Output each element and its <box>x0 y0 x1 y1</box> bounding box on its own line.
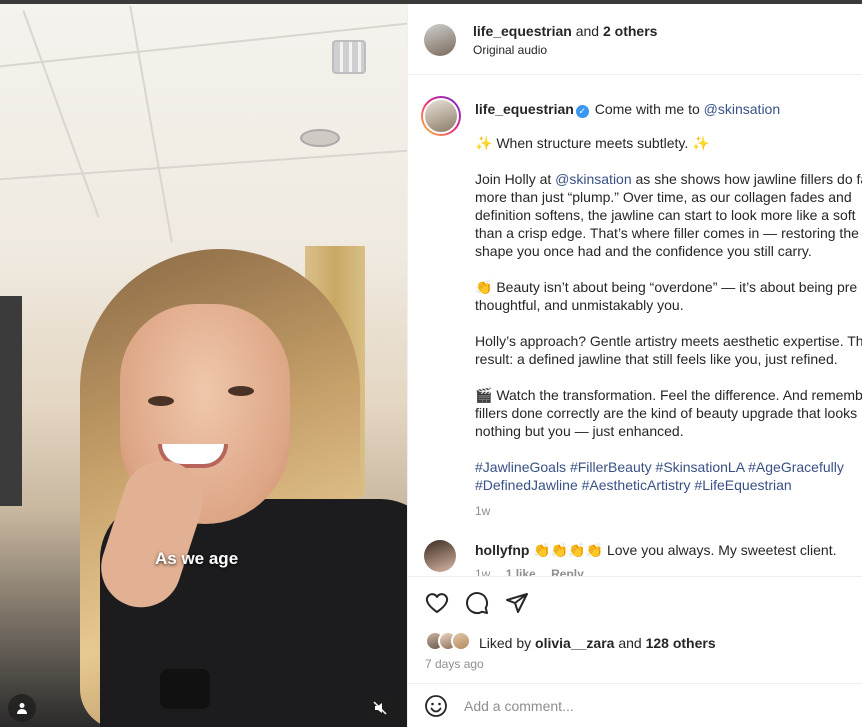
caption-first-line: life_equestrian ✓ Come with me to @skinsa… <box>475 100 862 118</box>
caption-link[interactable]: #DefinedJawline #AestheticArtistry #Life… <box>475 477 792 493</box>
post-date: 7 days ago <box>425 657 484 671</box>
caption-line: Join Holly at @skinsation as she shows h… <box>475 170 862 188</box>
caption-segment: 👏 Beauty isn’t about being “overdone” — … <box>475 279 858 295</box>
ceiling-line <box>129 5 173 243</box>
comment-meta: 1w 1 like Reply <box>475 567 596 576</box>
liked-by-text: Liked by olivia__zara and 128 others <box>479 635 716 651</box>
liked-by-user[interactable]: olivia__zara <box>535 635 614 651</box>
muted-speaker-icon[interactable] <box>366 694 394 722</box>
ceiling-line <box>0 149 407 181</box>
caption-line: 🎬 Watch the transformation. Feel the dif… <box>475 386 862 404</box>
caption-line: thoughtful, and unmistakably you. <box>475 296 862 314</box>
comment: hollyfnp 👏👏👏👏 Love you always. My sweete… <box>475 542 837 559</box>
caption-segment: fillers done correctly are the kind of b… <box>475 405 858 421</box>
caption-line: nothing but you — just enhanced. <box>475 422 862 440</box>
header-others[interactable]: 2 others <box>603 23 657 39</box>
caption-line: result: a defined jawline that still fee… <box>475 350 862 368</box>
caption-link[interactable]: #JawlineGoals #FillerBeauty #SkinsationL… <box>475 459 844 475</box>
header-and: and <box>575 23 600 39</box>
audio-label[interactable]: Original audio <box>473 43 547 57</box>
caption-line: 👏 Beauty isn’t about being “overdone” — … <box>475 278 862 296</box>
comment-body: 👏👏👏👏 Love you always. My sweetest client… <box>533 542 837 558</box>
header-avatar[interactable] <box>424 24 456 56</box>
caption-body: ✨ When structure meets subtlety. ✨ Join H… <box>475 134 862 494</box>
liked-by-and: and <box>618 635 642 651</box>
caption-segment: shape you once had and the confidence yo… <box>475 243 812 259</box>
caption-segment: Holly’s approach? Gentle artistry meets … <box>475 333 862 349</box>
liker-avatar <box>451 631 471 651</box>
comment-time: 1w <box>475 567 491 576</box>
video-caption: As we age <box>155 549 239 568</box>
eye <box>148 396 174 406</box>
comment-avatar[interactable] <box>424 540 456 572</box>
caption-segment: thoughtful, and unmistakably you. <box>475 297 684 313</box>
comment-input[interactable] <box>464 693 844 719</box>
caption-line: Holly’s approach? Gentle artistry meets … <box>475 332 862 350</box>
heart-icon[interactable] <box>425 591 451 617</box>
comments-scroll-area[interactable]: life_equestrian ✓ Come with me to @skinsa… <box>408 76 862 576</box>
caption-line: shape you once had and the confidence yo… <box>475 242 862 260</box>
ceiling-light <box>332 40 366 74</box>
eye <box>228 386 254 396</box>
caption-line: than a crisp edge. That’s where filler c… <box>475 224 862 242</box>
caption-line: ✨ When structure meets subtlety. ✨ <box>475 134 862 152</box>
caption-avatar[interactable] <box>421 96 461 136</box>
comment-bubble-icon[interactable] <box>465 591 491 617</box>
caption-mention[interactable]: @skinsation <box>704 101 780 117</box>
caption-line: definition softens, the jawline can star… <box>475 206 862 224</box>
caption-segment: than a crisp edge. That’s where filler c… <box>475 225 859 241</box>
caption-line: #DefinedJawline #AestheticArtistry #Life… <box>475 476 862 494</box>
doorframe <box>0 296 22 506</box>
caption-link[interactable]: @skinsation <box>555 171 631 187</box>
caption-segment: ✨ When structure meets subtlety. ✨ <box>475 135 710 151</box>
caption-segment: result: a defined jawline that still fee… <box>475 351 838 367</box>
paper-plane-icon[interactable] <box>505 591 531 617</box>
caption-time: 1w <box>475 504 491 518</box>
caption-segment: 🎬 Watch the transformation. Feel the dif… <box>475 387 862 403</box>
avatar-image <box>423 98 459 134</box>
caption-text: life_equestrian ✓ Come with me to @skinsa… <box>475 100 862 520</box>
reel-video[interactable]: As we age <box>0 4 407 727</box>
comment-likes[interactable]: 1 like <box>506 567 536 576</box>
caption-segment: more than just “plump.” Over time, as ou… <box>475 189 852 205</box>
person <box>40 249 407 727</box>
smiley-icon[interactable] <box>424 694 448 718</box>
post-panel: life_equestrian and 2 others Original au… <box>407 4 862 727</box>
caption-segment: nothing but you — just enhanced. <box>475 423 684 439</box>
header-username[interactable]: life_equestrian <box>473 23 572 39</box>
liked-by-prefix: Liked by <box>479 635 532 651</box>
caption-segment: as she shows how jawline fillers do far <box>631 171 862 187</box>
comment-username[interactable]: hollyfnp <box>475 542 529 558</box>
header-title: life_equestrian and 2 others <box>473 23 657 39</box>
caption-username[interactable]: life_equestrian <box>475 101 574 117</box>
reply-button[interactable]: Reply <box>551 567 584 576</box>
ceiling-downlight <box>300 129 340 147</box>
add-comment-bar <box>408 683 862 727</box>
liked-by-others[interactable]: 128 others <box>646 635 716 651</box>
caption-intro: Come with me to <box>594 101 700 117</box>
caption-segment: Join Holly at <box>475 171 556 187</box>
caption-line: more than just “plump.” Over time, as ou… <box>475 188 862 206</box>
caption-line: fillers done correctly are the kind of b… <box>475 404 862 422</box>
caption-segment: definition softens, the jawline can star… <box>475 207 856 223</box>
watch <box>160 669 210 709</box>
post-header: life_equestrian and 2 others Original au… <box>408 4 862 75</box>
user-icon[interactable] <box>8 694 36 722</box>
caption-line: #JawlineGoals #FillerBeauty #SkinsationL… <box>475 458 862 476</box>
ceiling-line <box>22 10 100 218</box>
verified-badge-icon: ✓ <box>575 105 589 118</box>
